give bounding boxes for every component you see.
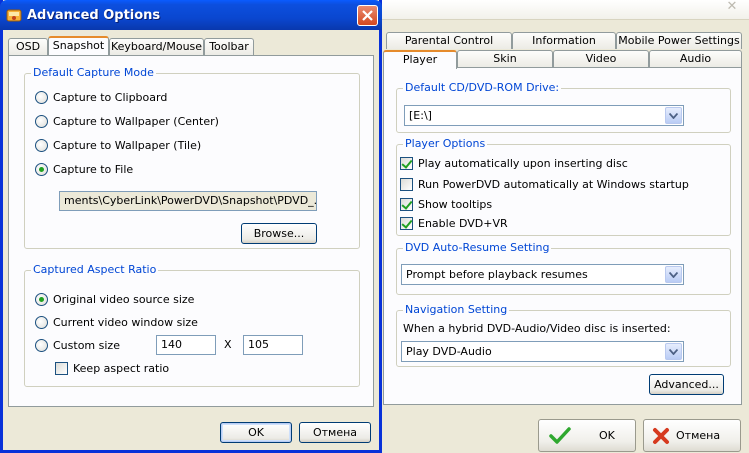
custom-width-input[interactable]: 140 bbox=[156, 335, 216, 355]
aspect-ratio-legend: Captured Aspect Ratio bbox=[31, 263, 159, 276]
ok-button[interactable]: OK bbox=[538, 419, 636, 452]
checkbox-unchecked-icon[interactable] bbox=[55, 361, 68, 375]
play-automatically-checkbox[interactable]: Play automatically upon inserting disc bbox=[400, 156, 628, 170]
tab-osd[interactable]: OSD bbox=[8, 38, 48, 55]
auto-resume-legend: DVD Auto-Resume Setting bbox=[403, 241, 552, 254]
radio-selected-icon[interactable] bbox=[35, 292, 48, 306]
dialog-title: Advanced Options bbox=[27, 8, 161, 23]
snapshot-tab-panel: Default Capture Mode Capture to Clipboar… bbox=[8, 55, 374, 407]
radio-unselected-icon[interactable] bbox=[35, 138, 48, 152]
chevron-down-icon[interactable] bbox=[665, 266, 682, 283]
capture-mode-group: Default Capture Mode Capture to Clipboar… bbox=[24, 66, 360, 249]
dialog-titlebar: Advanced Options bbox=[0, 0, 382, 30]
auto-resume-group: DVD Auto-Resume Setting Prompt before pl… bbox=[396, 241, 731, 295]
radio-capture-file[interactable]: Capture to File bbox=[35, 162, 133, 176]
tab-video[interactable]: Video bbox=[553, 50, 649, 67]
run-at-startup-checkbox[interactable]: Run PowerDVD automatically at Windows st… bbox=[400, 177, 689, 191]
auto-resume-select[interactable]: Prompt before playback resumes bbox=[401, 264, 684, 285]
chevron-down-icon[interactable] bbox=[665, 107, 682, 124]
radio-selected-icon[interactable] bbox=[35, 162, 48, 176]
tab-toolbar[interactable]: Toolbar bbox=[204, 38, 254, 55]
radio-unselected-icon[interactable] bbox=[35, 315, 48, 329]
chevron-down-icon[interactable] bbox=[665, 343, 682, 360]
checkbox-checked-icon[interactable] bbox=[400, 197, 413, 211]
capture-mode-legend: Default Capture Mode bbox=[31, 66, 156, 79]
browse-button[interactable]: Browse... bbox=[241, 223, 317, 244]
drive-group: Default CD/DVD-ROM Drive: [E:\] bbox=[396, 81, 731, 133]
navigation-legend: Navigation Setting bbox=[403, 303, 510, 316]
navigation-group: Navigation Setting When a hybrid DVD-Aud… bbox=[396, 303, 731, 367]
radio-capture-wallpaper-center[interactable]: Capture to Wallpaper (Center) bbox=[35, 114, 219, 128]
navigation-select[interactable]: Play DVD-Audio bbox=[401, 341, 684, 362]
tab-mobile-power-settings[interactable]: Mobile Power Settings bbox=[616, 32, 742, 49]
close-icon[interactable]: ✕ bbox=[723, 0, 741, 14]
close-x-icon bbox=[652, 427, 670, 445]
keep-aspect-checkbox[interactable]: Keep aspect ratio bbox=[55, 361, 169, 375]
tab-keyboard-mouse[interactable]: Keyboard/Mouse bbox=[109, 38, 204, 55]
dialog-ok-button[interactable]: OK bbox=[220, 422, 292, 443]
cancel-button[interactable]: Отмена bbox=[643, 419, 741, 452]
tab-snapshot[interactable]: Snapshot bbox=[48, 36, 109, 55]
enable-dvd-vr-checkbox[interactable]: Enable DVD+VR bbox=[400, 216, 508, 230]
player-tab-panel: Default CD/DVD-ROM Drive: [E:\] Player O… bbox=[383, 67, 742, 405]
navigation-description: When a hybrid DVD-Audio/Video disc is in… bbox=[403, 322, 671, 335]
tab-player[interactable]: Player bbox=[383, 50, 457, 69]
times-sign: X bbox=[224, 338, 232, 351]
app-icon bbox=[6, 7, 22, 23]
tab-skin[interactable]: Skin bbox=[457, 50, 553, 67]
show-tooltips-checkbox[interactable]: Show tooltips bbox=[400, 197, 492, 211]
radio-custom-size[interactable]: Custom size bbox=[35, 338, 120, 352]
configuration-window: ✕ Parental Control Information Mobile Po… bbox=[378, 0, 749, 453]
radio-unselected-icon[interactable] bbox=[35, 90, 48, 104]
checkbox-unchecked-icon[interactable] bbox=[400, 177, 413, 191]
checkbox-checked-icon[interactable] bbox=[400, 156, 413, 170]
tab-parental-control[interactable]: Parental Control bbox=[386, 32, 512, 49]
player-options-group: Player Options Play automatically upon i… bbox=[396, 137, 731, 236]
drive-group-legend: Default CD/DVD-ROM Drive: bbox=[403, 81, 562, 94]
drive-select[interactable]: [E:\] bbox=[404, 105, 684, 126]
player-options-legend: Player Options bbox=[403, 137, 488, 150]
radio-window-size[interactable]: Current video window size bbox=[35, 315, 198, 329]
checkbox-checked-icon[interactable] bbox=[400, 216, 413, 230]
tab-audio[interactable]: Audio bbox=[649, 50, 742, 67]
file-path-field[interactable]: ments\CyberLink\PowerDVD\Snapshot\PDVD_.… bbox=[59, 191, 317, 211]
radio-capture-wallpaper-tile[interactable]: Capture to Wallpaper (Tile) bbox=[35, 138, 201, 152]
tab-information[interactable]: Information bbox=[512, 32, 616, 49]
aspect-ratio-group: Captured Aspect Ratio Original video sou… bbox=[24, 263, 360, 387]
close-icon[interactable] bbox=[357, 5, 378, 26]
window-titlebar: ✕ bbox=[378, 0, 749, 20]
advanced-button[interactable]: Advanced... bbox=[649, 374, 724, 395]
radio-unselected-icon[interactable] bbox=[35, 114, 48, 128]
dialog-cancel-button[interactable]: Отмена bbox=[299, 422, 371, 443]
advanced-options-dialog: Advanced Options OSD Snapshot Keyboard/M… bbox=[0, 0, 382, 453]
checkmark-icon bbox=[549, 426, 571, 445]
radio-capture-clipboard[interactable]: Capture to Clipboard bbox=[35, 90, 167, 104]
radio-unselected-icon[interactable] bbox=[35, 338, 48, 352]
radio-original-size[interactable]: Original video source size bbox=[35, 292, 194, 306]
custom-height-input[interactable]: 105 bbox=[243, 335, 303, 355]
